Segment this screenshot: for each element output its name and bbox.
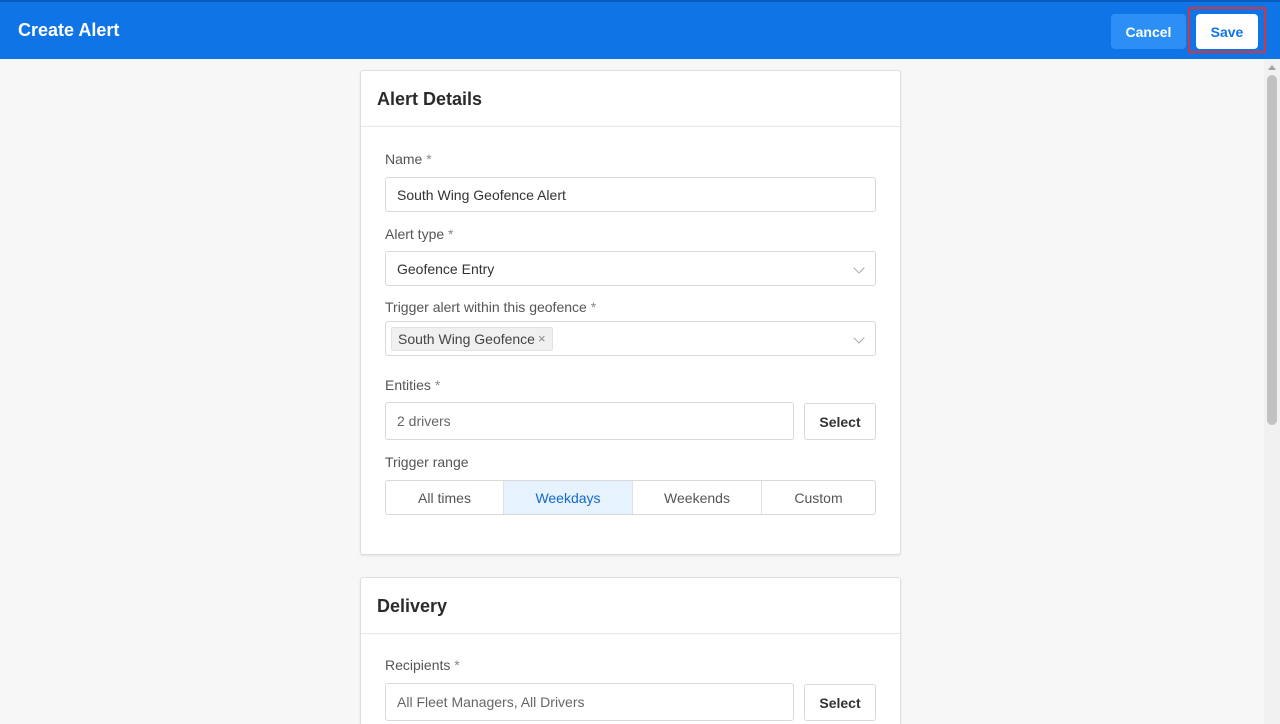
alert-details-title: Alert Details <box>377 89 483 109</box>
top-bar: Create Alert Cancel Save <box>0 0 1280 59</box>
delivery-card: Delivery Recipients * All Fleet Managers… <box>360 577 901 724</box>
recipients-label: Recipients * <box>385 657 460 673</box>
delivery-title: Delivery <box>377 596 448 616</box>
entities-select-button[interactable]: Select <box>804 403 876 440</box>
trigger-range-custom[interactable]: Custom <box>762 481 875 514</box>
name-input[interactable]: South Wing Geofence Alert <box>385 177 876 212</box>
required-marker: * <box>426 151 432 167</box>
geofence-select[interactable]: South Wing Geofence × <box>385 321 876 356</box>
trigger-range-all-times[interactable]: All times <box>386 481 504 514</box>
page-title: Create Alert <box>18 20 120 40</box>
geofence-label: Trigger alert within this geofence * <box>385 299 597 315</box>
delivery-header: Delivery <box>361 578 900 634</box>
required-marker: * <box>448 226 454 242</box>
cancel-button[interactable]: Cancel <box>1111 14 1186 49</box>
trigger-range-weekdays[interactable]: Weekdays <box>504 481 633 514</box>
geofence-tag: South Wing Geofence × <box>391 326 553 351</box>
page-scrollbar[interactable] <box>1264 59 1280 724</box>
chevron-down-icon <box>853 262 865 274</box>
alert-details-card: Alert Details Name * South Wing Geofence… <box>360 70 901 555</box>
name-input-value: South Wing Geofence Alert <box>397 186 566 203</box>
required-marker: * <box>454 657 460 673</box>
alert-type-select[interactable]: Geofence Entry <box>385 251 876 286</box>
remove-tag-icon[interactable]: × <box>538 331 546 346</box>
recipients-select-button[interactable]: Select <box>804 684 876 721</box>
save-button[interactable]: Save <box>1196 14 1258 49</box>
alert-type-value: Geofence Entry <box>397 260 495 277</box>
trigger-range-weekends[interactable]: Weekends <box>633 481 762 514</box>
entities-input[interactable]: 2 drivers <box>385 402 794 440</box>
name-label: Name * <box>385 151 432 167</box>
recipients-value: All Fleet Managers, All Drivers <box>397 694 585 710</box>
recipients-input[interactable]: All Fleet Managers, All Drivers <box>385 683 794 721</box>
scrollbar-thumb[interactable] <box>1267 75 1277 425</box>
alert-type-label: Alert type * <box>385 226 454 242</box>
entities-value: 2 drivers <box>397 413 451 429</box>
chevron-down-icon <box>853 332 865 344</box>
scroll-up-arrow-icon[interactable] <box>1268 65 1276 70</box>
required-marker: * <box>590 299 597 315</box>
alert-details-header: Alert Details <box>361 71 900 127</box>
trigger-range-segmented-control: All times Weekdays Weekends Custom <box>385 480 876 515</box>
geofence-tag-label: South Wing Geofence <box>398 330 535 347</box>
trigger-range-label: Trigger range <box>385 454 469 470</box>
entities-label: Entities * <box>385 377 441 393</box>
required-marker: * <box>434 377 441 393</box>
